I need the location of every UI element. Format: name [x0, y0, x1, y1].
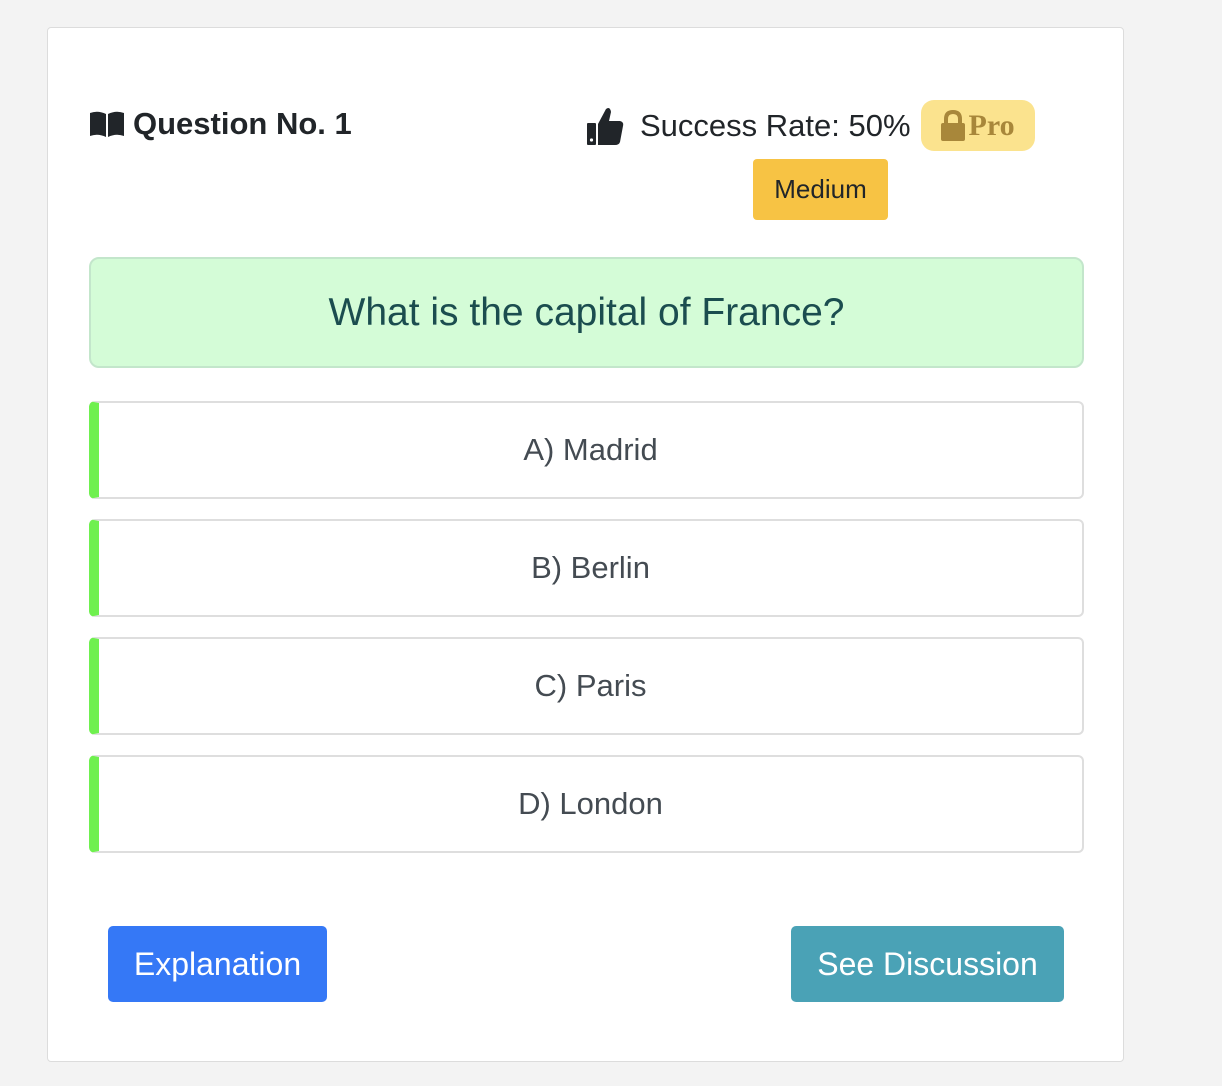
answer-options: A) Madrid B) Berlin C) Paris D) London [89, 401, 1084, 873]
book-icon [90, 111, 124, 137]
question-number: Question No. 1 [133, 106, 352, 141]
question-text: What is the capital of France? [89, 257, 1084, 368]
pro-badge[interactable]: Pro [920, 100, 1035, 151]
pro-label: Pro [968, 108, 1015, 142]
option-b[interactable]: B) Berlin [89, 519, 1084, 617]
difficulty-badge: Medium [753, 159, 888, 220]
option-a[interactable]: A) Madrid [89, 401, 1084, 499]
option-c[interactable]: C) Paris [89, 637, 1084, 735]
option-d[interactable]: D) London [89, 755, 1084, 853]
success-rate-group: Success Rate: 50% Pro [586, 100, 1035, 151]
lock-icon [940, 109, 965, 141]
success-rate-text: Success Rate: 50% [640, 107, 911, 143]
thumbs-up-icon [587, 107, 624, 145]
see-discussion-button[interactable]: See Discussion [791, 926, 1064, 1002]
question-card: Question No. 1 Success Rate: 50% Pro Med… [47, 27, 1124, 1062]
question-number-header: Question No. 1 [89, 106, 352, 142]
explanation-button[interactable]: Explanation [108, 926, 327, 1002]
